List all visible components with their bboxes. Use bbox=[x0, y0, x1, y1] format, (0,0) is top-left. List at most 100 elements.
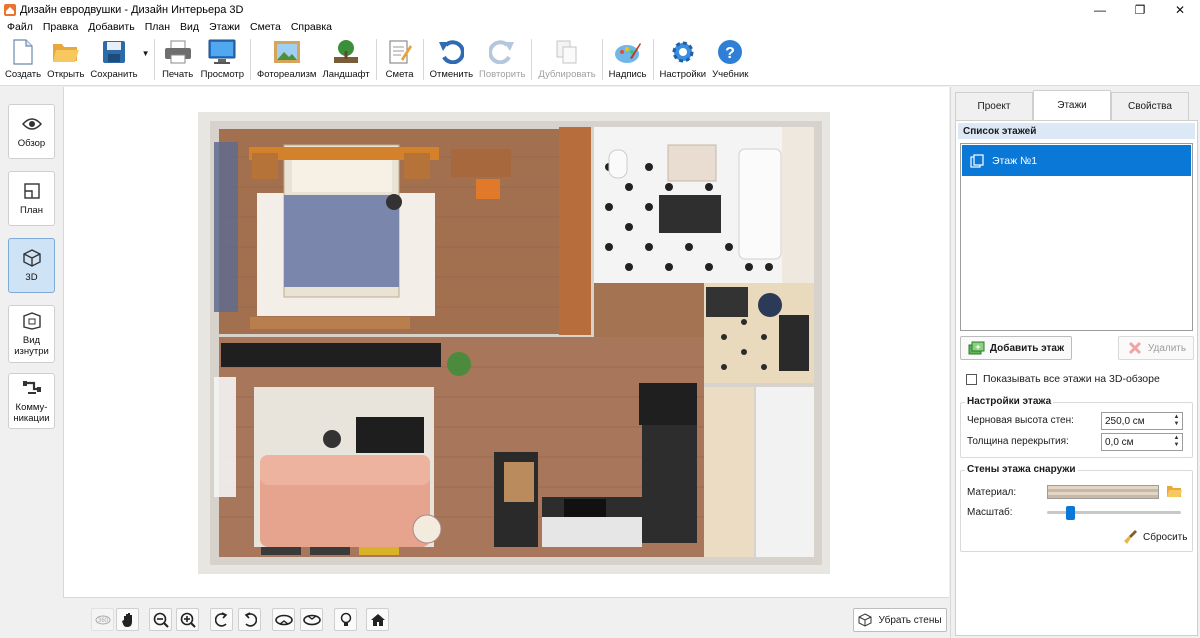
palette-brush-icon bbox=[613, 38, 643, 66]
view-mode-sidebar: Обзор План 3D Вид изнутри Комму- никации bbox=[0, 87, 63, 638]
3d-viewport[interactable] bbox=[63, 87, 949, 597]
reset-button[interactable]: Сбросить bbox=[1123, 529, 1187, 545]
bed-blanket bbox=[284, 195, 399, 287]
print-button[interactable]: Печать bbox=[158, 34, 198, 85]
menu-bar: Файл Правка Добавить План Вид Этажи Смет… bbox=[0, 19, 1200, 34]
floor-plan-3d-render[interactable] bbox=[64, 87, 950, 597]
preview-button[interactable]: Просмотр bbox=[198, 34, 247, 85]
tilt-up-button[interactable] bbox=[272, 608, 295, 631]
home-view-button[interactable] bbox=[366, 608, 389, 631]
overview-button[interactable]: Обзор bbox=[8, 104, 55, 159]
wall-height-input[interactable]: 250,0 см ▲ ▼ bbox=[1101, 412, 1183, 430]
copy-icon bbox=[552, 38, 582, 66]
reset-label: Сбросить bbox=[1143, 531, 1188, 543]
estimate-button[interactable]: Смета bbox=[380, 34, 420, 85]
svg-text:+: + bbox=[975, 342, 980, 352]
open-label: Открыть bbox=[47, 69, 85, 80]
floors-tab-content: Список этажей Этаж №1 + Добавить этаж Уд… bbox=[955, 120, 1198, 636]
slab-thickness-value: 0,0 см bbox=[1105, 436, 1134, 448]
close-button[interactable]: ✕ bbox=[1160, 0, 1200, 19]
rotate-left-button[interactable] bbox=[210, 608, 233, 631]
menu-add[interactable]: Добавить bbox=[83, 21, 139, 33]
open-button[interactable]: Открыть bbox=[44, 34, 87, 85]
caption-button[interactable]: Надпись bbox=[606, 34, 650, 85]
save-dropdown-arrow-icon[interactable]: ▼ bbox=[141, 22, 151, 85]
eye-icon bbox=[21, 114, 43, 134]
duplicate-button[interactable]: Дублировать bbox=[535, 34, 598, 85]
notepad-pencil-icon bbox=[385, 38, 415, 66]
settings-button[interactable]: Настройки bbox=[657, 34, 710, 85]
window-controls: — ❐ ✕ bbox=[1080, 0, 1200, 19]
nightstand-right bbox=[404, 153, 430, 179]
photorealism-button[interactable]: Фотореализм bbox=[254, 34, 319, 85]
material-swatch[interactable] bbox=[1047, 485, 1159, 499]
picture-frame-icon bbox=[272, 38, 302, 66]
rotate-right-icon bbox=[244, 611, 257, 627]
create-button[interactable]: Создать bbox=[2, 34, 44, 85]
gear-icon bbox=[668, 38, 698, 66]
zoom-in-button[interactable] bbox=[176, 608, 199, 631]
photorealism-label: Фотореализм bbox=[257, 69, 317, 80]
menu-file[interactable]: Файл bbox=[2, 21, 38, 33]
remove-walls-button[interactable]: Убрать стены bbox=[853, 608, 947, 632]
redo-arrow-icon bbox=[487, 38, 517, 66]
slab-thickness-label: Толщина перекрытия: bbox=[967, 436, 1069, 447]
caption-label: Надпись bbox=[608, 69, 647, 80]
window-title: Дизайн евродвушки - Дизайн Интерьера 3D bbox=[20, 3, 244, 16]
material-label: Материал: bbox=[967, 487, 1017, 498]
wardrobe bbox=[559, 127, 591, 335]
rotate-360-button[interactable]: 360 bbox=[91, 608, 114, 631]
toolbar-separator bbox=[652, 39, 654, 80]
add-floor-button[interactable]: + Добавить этаж bbox=[960, 336, 1072, 360]
menu-help[interactable]: Справка bbox=[286, 21, 337, 33]
floor-list[interactable]: Этаж №1 bbox=[960, 143, 1193, 331]
tilt-down-button[interactable] bbox=[300, 608, 323, 631]
minimize-button[interactable]: — bbox=[1080, 0, 1120, 19]
tab-project[interactable]: Проект bbox=[955, 92, 1033, 120]
toilet bbox=[608, 149, 628, 179]
save-button[interactable]: Сохранить bbox=[87, 34, 140, 85]
tab-floors[interactable]: Этажи bbox=[1033, 90, 1111, 120]
printer-icon bbox=[163, 38, 193, 66]
folder-icon[interactable] bbox=[1166, 484, 1182, 498]
landscape-button[interactable]: Ландшафт bbox=[319, 34, 372, 85]
maximize-button[interactable]: ❐ bbox=[1120, 0, 1160, 19]
menu-estimate[interactable]: Смета bbox=[245, 21, 286, 33]
show-all-floors-checkbox[interactable] bbox=[966, 373, 977, 385]
undo-button[interactable]: Отменить bbox=[427, 34, 476, 85]
toolbar-separator bbox=[250, 39, 252, 80]
delete-floor-button[interactable]: Удалить bbox=[1118, 336, 1194, 360]
menu-floors[interactable]: Этажи bbox=[204, 21, 245, 33]
pan-button[interactable] bbox=[116, 608, 139, 631]
tutorial-button[interactable]: ? Учебник bbox=[709, 34, 751, 85]
scale-slider-thumb[interactable] bbox=[1065, 506, 1075, 520]
slab-thickness-row: Толщина перекрытия: bbox=[967, 436, 1069, 447]
print-label: Печать bbox=[162, 69, 194, 80]
floor-item[interactable]: Этаж №1 bbox=[962, 145, 1191, 176]
floor-list-title: Список этажей bbox=[958, 123, 1195, 139]
menu-edit[interactable]: Правка bbox=[38, 21, 83, 33]
zoom-out-button[interactable] bbox=[149, 608, 172, 631]
add-floor-label: Добавить этаж bbox=[989, 342, 1065, 354]
slab-thickness-input[interactable]: 0,0 см ▲ ▼ bbox=[1101, 433, 1183, 451]
tab-properties[interactable]: Свойства bbox=[1111, 92, 1189, 120]
spin-arrows-icon[interactable]: ▲ ▼ bbox=[1172, 434, 1181, 450]
redo-button[interactable]: Повторить bbox=[476, 34, 528, 85]
desk-chair bbox=[476, 179, 500, 199]
communications-button[interactable]: Комму- никации bbox=[8, 373, 55, 429]
show-all-floors-row[interactable]: Показывать все этажи на 3D-обзоре bbox=[966, 373, 1160, 385]
bedroom-curtain bbox=[214, 142, 238, 312]
tilt-down-icon bbox=[302, 614, 321, 625]
menu-view[interactable]: Вид bbox=[175, 21, 204, 33]
lighting-button[interactable] bbox=[334, 608, 357, 631]
rotate-right-button[interactable] bbox=[238, 608, 261, 631]
3d-view-button[interactable]: 3D bbox=[8, 238, 55, 293]
tv-screen bbox=[356, 417, 424, 453]
plan-button[interactable]: План bbox=[8, 171, 55, 226]
bedroom-chandelier bbox=[386, 194, 402, 210]
inside-view-button[interactable]: Вид изнутри bbox=[8, 305, 55, 363]
hallway-shoe-cabinet bbox=[706, 287, 748, 317]
floor-plan-icon bbox=[21, 181, 43, 201]
spin-arrows-icon[interactable]: ▲ ▼ bbox=[1172, 413, 1181, 429]
zoom-out-icon bbox=[153, 612, 169, 628]
